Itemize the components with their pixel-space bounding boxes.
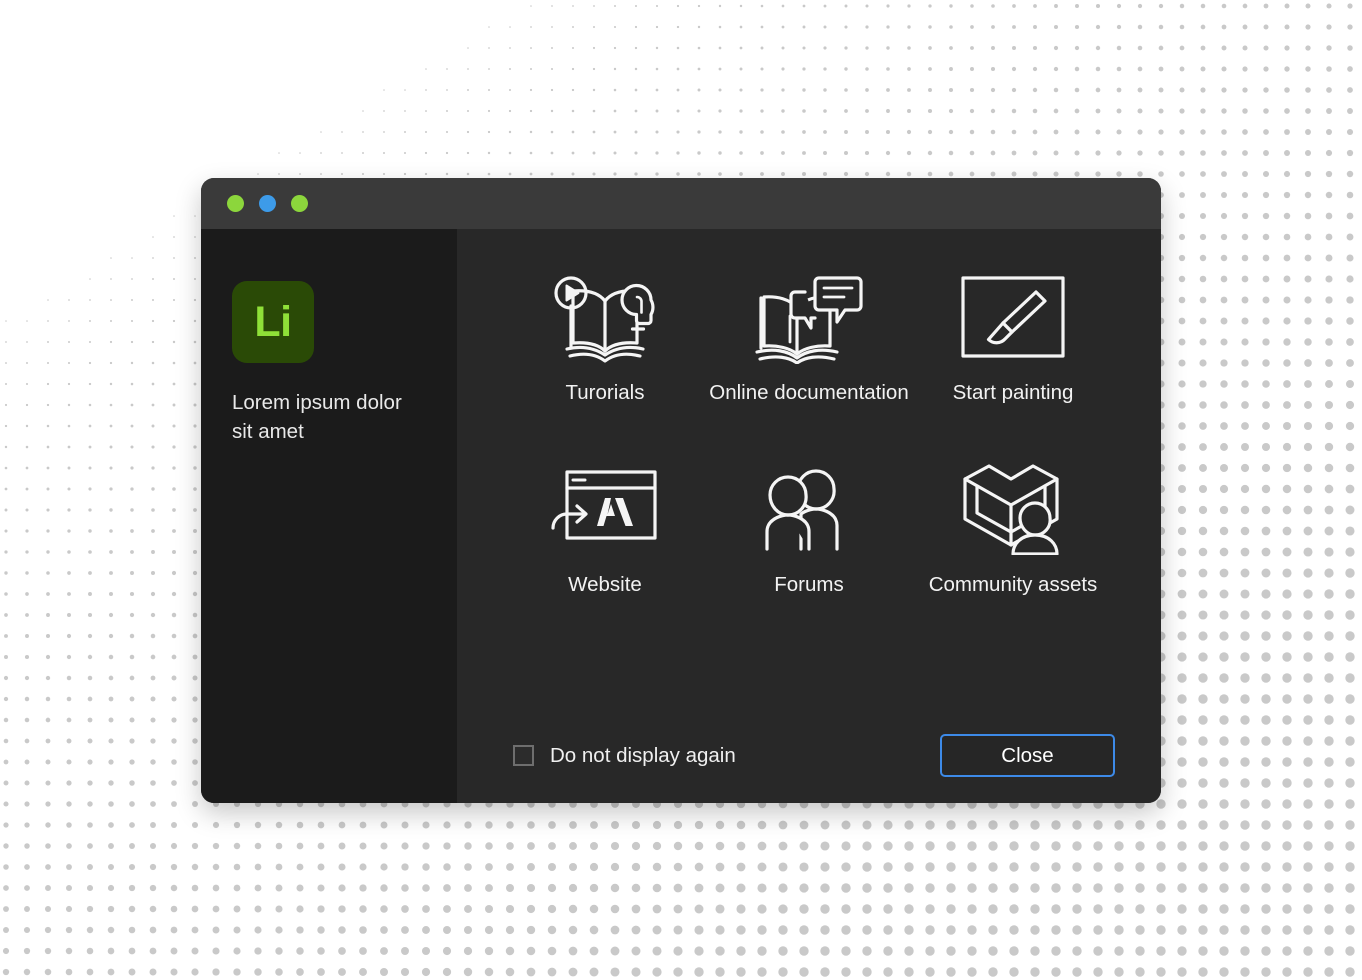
window-title-bar xyxy=(201,178,1161,229)
open-box-person-icon xyxy=(959,461,1067,557)
shortcut-tutorials[interactable]: Turorials xyxy=(503,269,707,405)
do-not-display-again-label: Do not display again xyxy=(550,743,736,767)
shortcut-label: Turorials xyxy=(565,381,645,404)
close-dot[interactable] xyxy=(227,195,244,212)
app-logo: Li xyxy=(232,281,314,363)
two-people-icon xyxy=(759,461,859,557)
shortcut-label: Online documentation xyxy=(709,381,909,404)
shortcut-community-assets[interactable]: Community assets xyxy=(911,461,1115,597)
canvas-paintbrush-icon xyxy=(960,269,1066,365)
shortcut-label: Website xyxy=(568,573,642,596)
dialog-footer: Do not display again Close xyxy=(503,734,1115,803)
shortcut-forums[interactable]: Forums xyxy=(707,461,911,597)
shortcut-label: Forums xyxy=(774,573,844,596)
shortcut-label: Start painting xyxy=(952,381,1074,404)
shortcut-start-painting[interactable]: Start painting xyxy=(911,269,1115,405)
app-logo-text: Li xyxy=(254,297,292,346)
book-speech-bubbles-icon xyxy=(753,269,865,365)
app-subtitle: Lorem ipsum dolor sit amet xyxy=(232,391,402,444)
book-play-bulb-icon xyxy=(546,269,664,365)
welcome-dialog-window: Li Lorem ipsum dolor sit amet Turorials … xyxy=(201,178,1161,803)
minimize-dot[interactable] xyxy=(259,195,276,212)
main-panel: Turorials Online documentation Start pai… xyxy=(457,229,1161,803)
shortcut-label: Community assets xyxy=(928,573,1098,596)
shortcut-website[interactable]: Website xyxy=(503,461,707,597)
browser-adobe-arrow-icon xyxy=(549,461,661,557)
do-not-display-again-checkbox[interactable] xyxy=(513,745,534,766)
sidebar: Li Lorem ipsum dolor sit amet xyxy=(201,229,457,803)
do-not-display-again-group[interactable]: Do not display again xyxy=(513,744,736,768)
maximize-dot[interactable] xyxy=(291,195,308,212)
window-body: Li Lorem ipsum dolor sit amet Turorials … xyxy=(201,229,1161,803)
shortcut-grid: Turorials Online documentation Start pai… xyxy=(503,269,1115,597)
shortcut-online-documentation[interactable]: Online documentation xyxy=(707,269,911,405)
close-button[interactable]: Close xyxy=(940,734,1115,777)
